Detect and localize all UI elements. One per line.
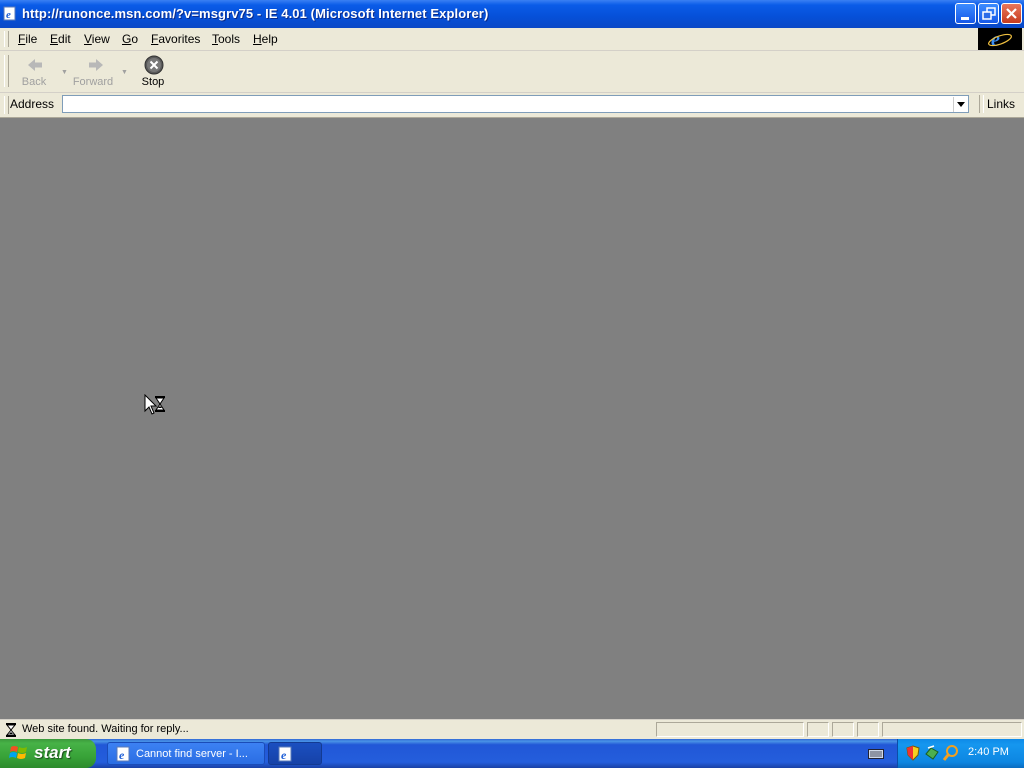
status-pane-3 xyxy=(832,722,854,737)
menu-help[interactable]: Help xyxy=(253,32,278,46)
menu-edit[interactable]: Edit xyxy=(50,32,71,46)
minimize-icon xyxy=(961,17,969,20)
forward-label: Forward xyxy=(72,76,114,88)
svg-text:e: e xyxy=(6,9,11,21)
address-input[interactable] xyxy=(62,95,969,113)
status-bar: Web site found. Waiting for reply... xyxy=(0,719,1024,740)
close-button[interactable] xyxy=(1001,3,1022,24)
restore-button[interactable] xyxy=(978,3,999,24)
taskbar: start e Cannot find server - I... e 2:40 xyxy=(0,739,1024,768)
menu-view[interactable]: View xyxy=(84,32,110,46)
status-pane-4 xyxy=(857,722,879,737)
forward-button[interactable]: Forward xyxy=(70,51,116,91)
address-dropdown-button[interactable] xyxy=(953,97,968,112)
page-content-area[interactable] xyxy=(0,118,1024,719)
status-zone-pane xyxy=(882,722,1022,737)
menu-bar: File Edit View Go Favorites Tools Help xyxy=(0,28,1024,51)
back-dropdown-icon[interactable]: ▼ xyxy=(61,69,68,76)
busy-cursor-icon xyxy=(144,394,165,415)
keyboard-icon[interactable] xyxy=(868,748,884,760)
menu-grip[interactable] xyxy=(4,31,9,47)
status-progress-pane xyxy=(656,722,804,737)
ie-page-icon: e xyxy=(3,6,16,21)
address-label: Address xyxy=(10,97,55,111)
close-icon xyxy=(1006,8,1017,19)
windows-flag-icon xyxy=(9,746,27,759)
ie-page-icon: e xyxy=(278,746,292,762)
status-pane-2 xyxy=(807,722,829,737)
stop-icon xyxy=(144,55,164,75)
menu-file[interactable]: File xyxy=(18,32,37,46)
window-title: http://runonce.msn.com/?v=msgrv75 - IE 4… xyxy=(22,6,489,21)
hourglass-icon xyxy=(5,723,17,737)
svg-text:e: e xyxy=(119,748,125,762)
ie-logo-icon: e xyxy=(988,29,1012,51)
security-shield-icon[interactable] xyxy=(906,745,920,761)
svg-text:e: e xyxy=(281,748,287,762)
ie-page-icon: e xyxy=(116,746,130,762)
system-tray: 2:40 PM xyxy=(897,739,1024,768)
minimize-button[interactable] xyxy=(955,3,976,24)
back-label: Back xyxy=(21,76,47,88)
title-bar[interactable]: e http://runonce.msn.com/?v=msgrv75 - IE… xyxy=(0,0,1024,28)
menu-tools[interactable]: Tools xyxy=(212,32,240,46)
forward-dropdown-icon[interactable]: ▼ xyxy=(121,69,128,76)
search-magnifier-icon[interactable] xyxy=(943,744,959,762)
chevron-down-icon xyxy=(957,102,965,107)
clock[interactable]: 2:40 PM xyxy=(968,746,1009,758)
links-separator[interactable] xyxy=(979,95,984,113)
standard-toolbar: Back ▼ Forward ▼ Stop xyxy=(0,51,1024,93)
stop-button[interactable]: Stop xyxy=(136,51,170,91)
taskbar-item-label: Cannot find server - I... xyxy=(136,748,248,760)
address-grip[interactable] xyxy=(4,96,9,114)
restore-icon xyxy=(982,7,996,20)
taskbar-item-ie-active[interactable]: e xyxy=(268,742,322,765)
forward-arrow-icon xyxy=(89,59,103,71)
network-icon[interactable] xyxy=(924,744,940,762)
start-button[interactable]: start xyxy=(0,739,96,768)
taskbar-item-cannot-find-server[interactable]: e Cannot find server - I... xyxy=(107,742,265,765)
status-text: Web site found. Waiting for reply... xyxy=(22,723,189,735)
menu-favorites[interactable]: Favorites xyxy=(151,32,200,46)
menu-go[interactable]: Go xyxy=(122,32,138,46)
start-label: start xyxy=(34,743,71,762)
links-button[interactable]: Links xyxy=(987,97,1015,111)
stop-label: Stop xyxy=(141,76,165,88)
ie-throbber-logo: e xyxy=(978,28,1022,51)
back-arrow-icon xyxy=(28,59,42,71)
toolbar-grip[interactable] xyxy=(4,55,9,87)
address-bar: Address Links xyxy=(0,93,1024,118)
back-button[interactable]: Back xyxy=(14,51,54,91)
